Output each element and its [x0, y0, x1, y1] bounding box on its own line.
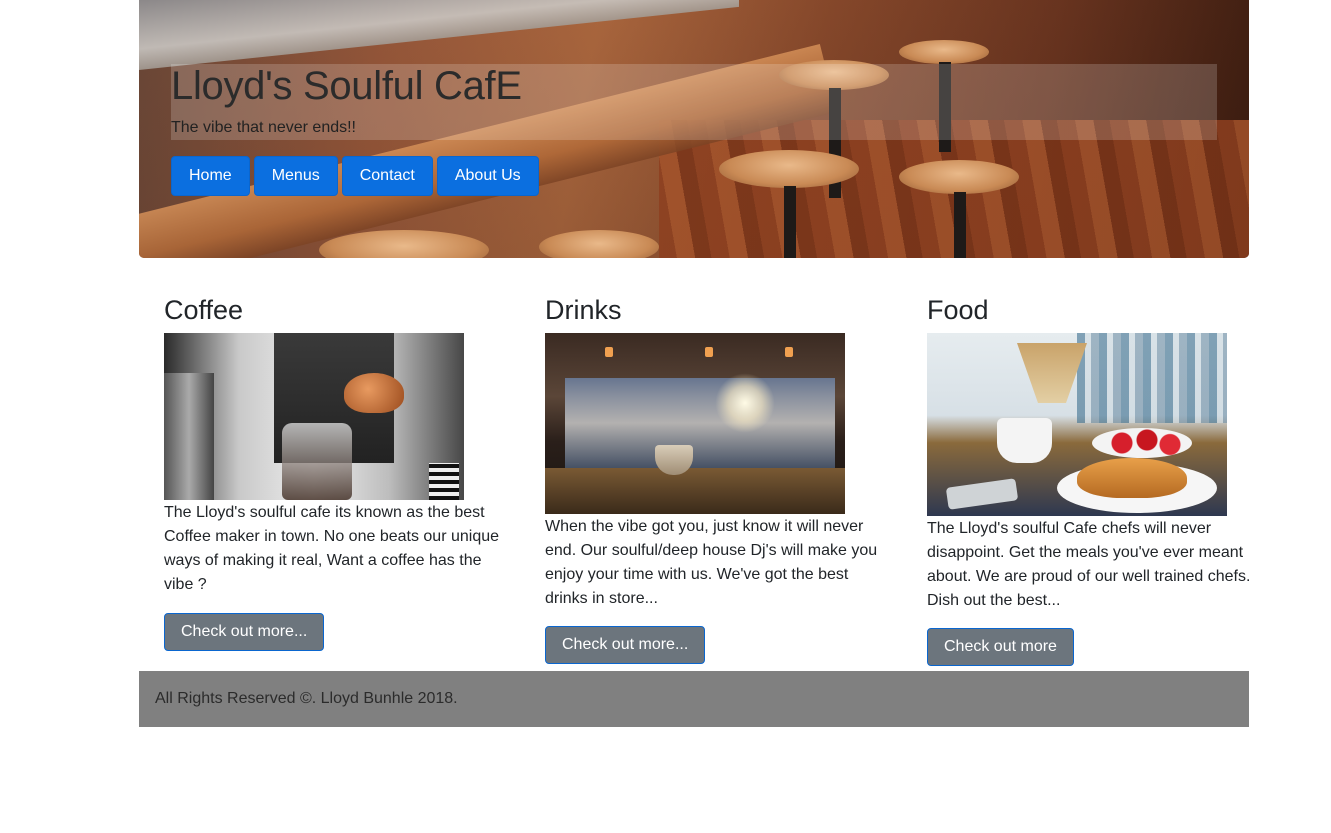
food-heading: Food — [927, 295, 989, 325]
coffee-description: The Lloyd's soulful cafe its known as th… — [164, 504, 500, 593]
drinks-check-out-more-button[interactable]: Check out more... — [545, 626, 706, 664]
coffee-section: Coffee The Lloyd's soulful cafe its know… — [164, 290, 514, 651]
main-nav: Home Menus Contact About Us — [171, 156, 539, 196]
drinks-section: Drinks When the vibe got you, just know … — [545, 290, 895, 664]
site-title: Lloyd's Soulful CafE — [171, 64, 522, 108]
nav-home-button[interactable]: Home — [171, 156, 250, 196]
drinks-description: When the vibe got you, just know it will… — [545, 518, 878, 607]
footer-copyright: All Rights Reserved ©. Lloyd Bunhle 2018… — [155, 690, 458, 707]
coffee-check-out-more-button[interactable]: Check out more... — [164, 613, 325, 651]
footer: All Rights Reserved ©. Lloyd Bunhle 2018… — [139, 671, 1249, 727]
hero-jumbotron: Lloyd's Soulful CafE The vibe that never… — [139, 0, 1249, 258]
food-section: Food The Lloyd's soulful Cafe chefs will… — [927, 290, 1277, 666]
page: Lloyd's Soulful CafE The vibe that never… — [0, 0, 1331, 833]
food-description: The Lloyd's soulful Cafe chefs will neve… — [927, 520, 1251, 609]
drinks-heading: Drinks — [545, 295, 622, 325]
nav-contact-button[interactable]: Contact — [341, 156, 433, 196]
food-check-out-more-button[interactable]: Check out more — [927, 628, 1074, 666]
nav-menus-button[interactable]: Menus — [253, 156, 338, 196]
nav-about-button[interactable]: About Us — [436, 156, 539, 196]
drinks-image — [545, 333, 845, 514]
food-image — [927, 333, 1227, 516]
site-tagline: The vibe that never ends!! — [171, 119, 356, 136]
coffee-image — [164, 333, 464, 500]
coffee-heading: Coffee — [164, 295, 244, 325]
